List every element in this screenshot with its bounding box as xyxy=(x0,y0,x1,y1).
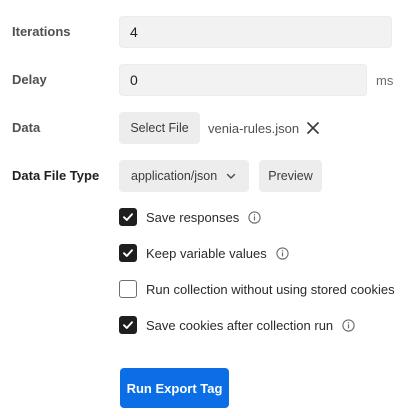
info-icon[interactable] xyxy=(276,246,289,260)
option-save-cookies[interactable]: Save cookies after collection run xyxy=(119,315,355,335)
save-responses-checkbox[interactable] xyxy=(119,208,137,226)
option-keep-variable-values[interactable]: Keep variable values xyxy=(119,243,289,263)
run-without-cookies-checkbox[interactable] xyxy=(119,280,137,298)
data-file-type-label: Data File Type xyxy=(12,168,100,183)
remove-file-icon[interactable] xyxy=(305,120,321,136)
option-save-responses[interactable]: Save responses xyxy=(119,207,261,227)
info-icon[interactable] xyxy=(342,318,355,332)
select-file-button[interactable]: Select File xyxy=(119,112,200,144)
keep-variable-values-checkbox[interactable] xyxy=(119,244,137,262)
preview-button[interactable]: Preview xyxy=(259,160,322,192)
data-file-type-value: application/json xyxy=(131,169,218,183)
info-icon[interactable] xyxy=(248,210,261,224)
data-label: Data xyxy=(12,120,41,135)
keep-variable-values-label: Keep variable values xyxy=(146,245,267,261)
chevron-down-icon xyxy=(226,173,236,179)
option-run-without-cookies[interactable]: Run collection without using stored cook… xyxy=(119,279,395,299)
delay-input[interactable]: 0 xyxy=(119,64,367,96)
run-without-cookies-label: Run collection without using stored cook… xyxy=(146,281,395,297)
iterations-label: Iterations xyxy=(12,24,71,39)
checkmark-icon xyxy=(123,213,133,221)
iterations-input[interactable]: 4 xyxy=(119,16,392,48)
data-file-name: venia-rules.json xyxy=(208,121,300,136)
save-cookies-checkbox[interactable] xyxy=(119,316,137,334)
save-cookies-label: Save cookies after collection run xyxy=(146,317,334,333)
checkmark-icon xyxy=(123,249,133,257)
delay-unit: ms xyxy=(376,73,394,88)
run-button[interactable]: Run Export Tag xyxy=(120,368,229,408)
save-responses-label: Save responses xyxy=(146,209,240,225)
delay-label: Delay xyxy=(12,72,47,87)
checkmark-icon xyxy=(123,321,133,329)
data-file-type-select[interactable]: application/json xyxy=(119,160,249,192)
